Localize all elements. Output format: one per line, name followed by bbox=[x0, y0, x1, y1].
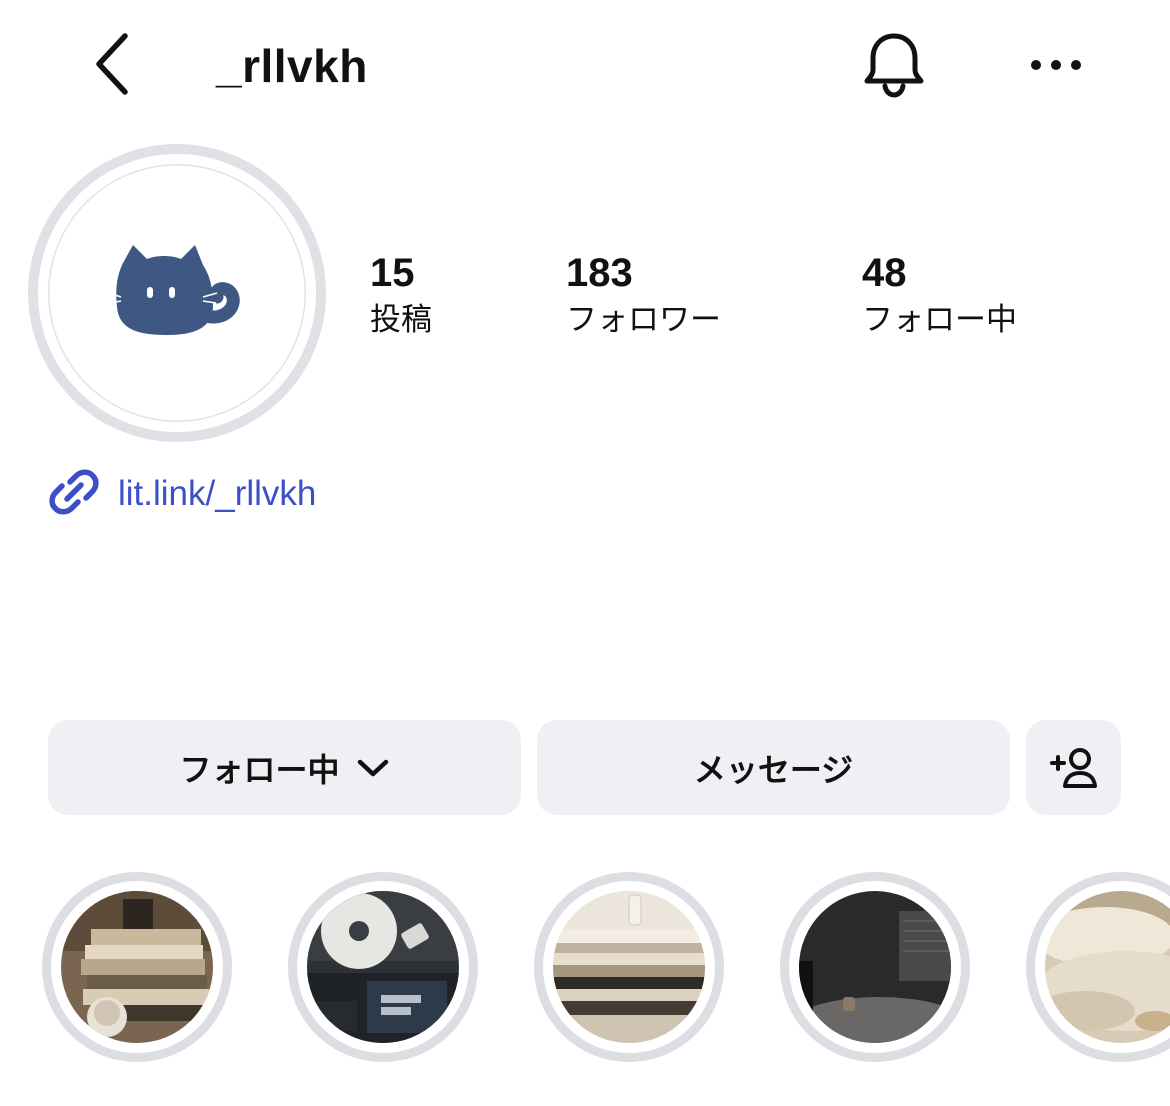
stat-posts[interactable]: 15 投稿 bbox=[370, 250, 432, 342]
stat-following[interactable]: 48 フォロー中 bbox=[862, 250, 1017, 342]
message-button-label: メッセージ bbox=[693, 750, 854, 789]
profile-username: _rllvkh bbox=[216, 40, 368, 92]
highlight-3-image bbox=[553, 891, 705, 1043]
highlight-1-image bbox=[61, 891, 213, 1043]
avatar-ring-gap bbox=[38, 154, 316, 432]
highlight-3[interactable] bbox=[534, 872, 724, 1062]
bio-link[interactable]: lit.link/_rllvkh bbox=[48, 466, 316, 522]
following-button-label: フォロー中 bbox=[179, 750, 340, 789]
following-button[interactable]: フォロー中 bbox=[48, 720, 521, 815]
stat-followers-label: フォロワー bbox=[566, 302, 721, 338]
add-person-icon bbox=[1049, 746, 1099, 790]
highlight-4-image bbox=[799, 891, 951, 1043]
cat-illustration bbox=[108, 245, 240, 335]
message-button[interactable]: メッセージ bbox=[537, 720, 1010, 815]
more-options-button[interactable] bbox=[1024, 44, 1088, 88]
highlight-5[interactable] bbox=[1026, 872, 1170, 1062]
highlight-1[interactable] bbox=[42, 872, 232, 1062]
stat-following-label: フォロー中 bbox=[862, 302, 1017, 338]
highlight-2-image bbox=[307, 891, 459, 1043]
suggested-people-button[interactable] bbox=[1026, 720, 1121, 815]
highlight-ring-gap bbox=[297, 881, 469, 1053]
chevron-left-icon bbox=[93, 31, 133, 101]
bell-icon bbox=[862, 30, 926, 102]
profile-avatar[interactable] bbox=[28, 144, 326, 442]
more-horizontal-icon bbox=[1029, 57, 1083, 76]
highlight-5-image bbox=[1045, 891, 1170, 1043]
highlight-ring-gap bbox=[789, 881, 961, 1053]
link-icon bbox=[48, 466, 100, 522]
highlight-ring-gap bbox=[1035, 881, 1170, 1053]
highlight-ring-gap bbox=[51, 881, 223, 1053]
stat-posts-count: 15 bbox=[370, 251, 415, 295]
chevron-down-icon bbox=[356, 757, 390, 779]
highlight-2[interactable] bbox=[288, 872, 478, 1062]
notifications-button[interactable] bbox=[858, 28, 930, 104]
stat-following-count: 48 bbox=[862, 251, 907, 295]
highlight-ring-gap bbox=[543, 881, 715, 1053]
stat-posts-label: 投稿 bbox=[370, 302, 432, 338]
avatar-image bbox=[48, 164, 306, 422]
stat-followers[interactable]: 183 フォロワー bbox=[566, 250, 721, 342]
stat-followers-count: 183 bbox=[566, 251, 633, 295]
bio-link-text: lit.link/_rllvkh bbox=[118, 474, 317, 513]
highlight-4[interactable] bbox=[780, 872, 970, 1062]
back-button[interactable] bbox=[88, 30, 138, 102]
